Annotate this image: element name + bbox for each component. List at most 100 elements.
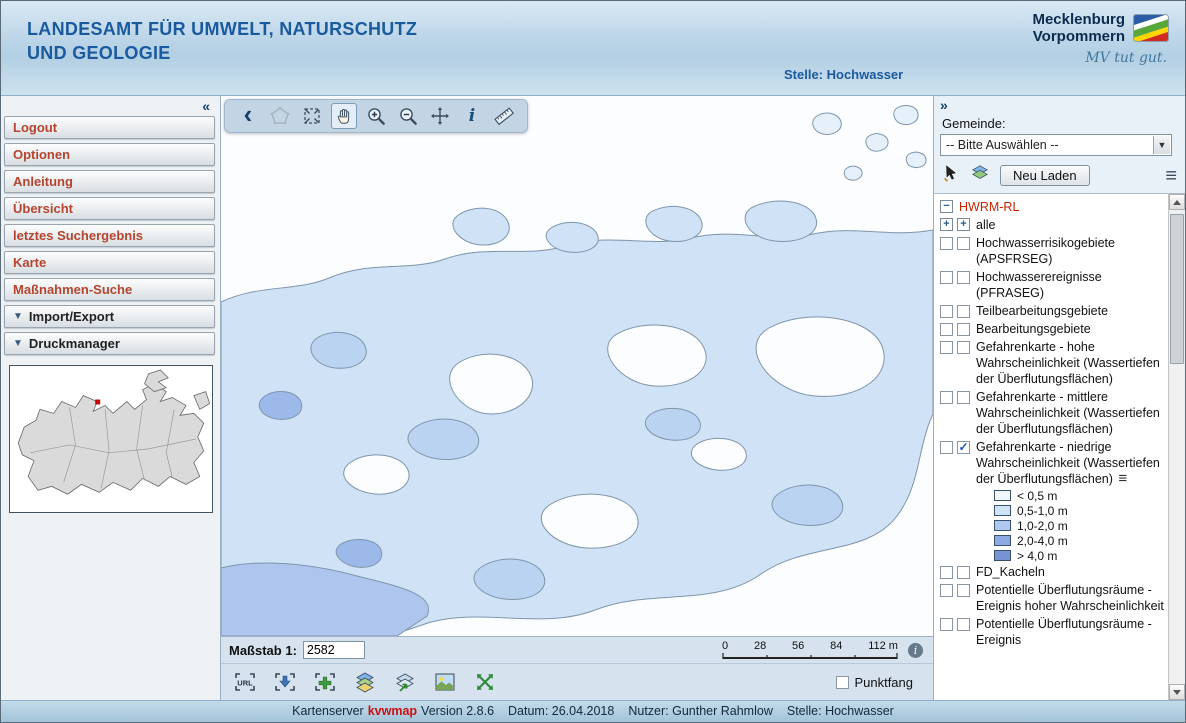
gemeinde-select[interactable]: -- Bitte Auswählen -- ▼ — [940, 134, 1172, 156]
layer-row: Potentielle Überflutungsräume - Ereignis — [938, 615, 1168, 649]
fit-window-icon[interactable] — [471, 669, 499, 695]
punktfang-checkbox[interactable] — [836, 676, 849, 689]
scale-input[interactable] — [303, 641, 365, 659]
footer-version: Version 2.8.6 — [421, 704, 494, 718]
map-canvas[interactable]: ‹ i — [221, 96, 933, 636]
sidebar-collapse-icon[interactable]: « — [1, 96, 220, 114]
footer-label: Kartenserver — [292, 704, 364, 718]
layer-visibility-checkbox[interactable] — [940, 341, 953, 354]
scroll-down-button[interactable] — [1169, 684, 1185, 700]
layer-label[interactable]: Gefahrenkarte - hohe Wahrscheinlichkeit … — [974, 339, 1166, 387]
add-extent-icon[interactable] — [311, 669, 339, 695]
layer-label[interactable]: Potentielle Überflutungsräume - Ereignis — [974, 616, 1166, 648]
layer-query-checkbox[interactable] — [957, 271, 970, 284]
pan-hand-icon[interactable] — [331, 103, 357, 129]
panel-expand-icon[interactable]: » — [940, 98, 1179, 114]
layer-visibility-checkbox[interactable] — [940, 323, 953, 336]
panel-scrollbar[interactable] — [1168, 194, 1185, 700]
layer-query-checkbox[interactable] — [957, 584, 970, 597]
layer-row: Hochwasserereignisse (PFRASEG) — [938, 268, 1168, 302]
overview-map[interactable] — [9, 365, 213, 513]
layer-row: Potentielle Überflutungsräume - Ereignis… — [938, 581, 1168, 615]
layer-label[interactable]: Bearbeitungsgebiete — [974, 321, 1166, 337]
layer-visibility-checkbox[interactable] — [940, 391, 953, 404]
layer-row: Bearbeitungsgebiete — [938, 320, 1168, 338]
layer-label[interactable]: Teilbearbeitungsgebiete — [974, 303, 1166, 319]
triangle-up-icon — [1173, 200, 1181, 205]
tree-root-label[interactable]: HWRM-RL — [957, 199, 1166, 215]
layer-label[interactable]: Gefahrenkarte - mittlere Wahrscheinlichk… — [974, 389, 1166, 437]
check-all-query-icon[interactable]: + — [957, 218, 970, 231]
sidebar-item-letztes-suchergebnis[interactable]: letztes Suchergebnis — [4, 224, 215, 247]
layer-label[interactable]: Hochwasserereignisse (PFRASEG) — [974, 269, 1166, 301]
stelle-header-label: Stelle: Hochwasser — [784, 67, 903, 82]
sidebar-item-import-export[interactable]: ▼ Import/Export — [4, 305, 215, 328]
scrollbar-thumb[interactable] — [1170, 214, 1184, 364]
sidebar-item-logout[interactable]: Logout — [4, 116, 215, 139]
tree-alle-label[interactable]: alle — [974, 217, 1166, 233]
layer-query-checkbox[interactable] — [957, 237, 970, 250]
sidebar-item-karte[interactable]: Karte — [4, 251, 215, 274]
zoom-full-extent-icon[interactable] — [299, 103, 325, 129]
sidebar-item-anleitung[interactable]: Anleitung — [4, 170, 215, 193]
current-extent-marker — [95, 400, 100, 405]
legend-swatch — [994, 550, 1011, 561]
scroll-up-button[interactable] — [1169, 194, 1185, 210]
layer-visibility-checkbox[interactable] — [940, 441, 953, 454]
map-column: ‹ i — [221, 96, 933, 700]
layer-visibility-checkbox[interactable] — [940, 584, 953, 597]
layers-diamond-icon[interactable] — [351, 669, 379, 695]
layer-visibility-checkbox[interactable] — [940, 618, 953, 631]
identify-icon[interactable] — [942, 164, 960, 187]
layer-label[interactable]: Potentielle Überflutungsräume - Ereignis… — [974, 582, 1166, 614]
layer-label[interactable]: Hochwasserrisikogebiete (APSFRSEG) — [974, 235, 1166, 267]
layer-visibility-checkbox[interactable] — [940, 271, 953, 284]
legend-swatch — [994, 520, 1011, 531]
layer-visibility-checkbox[interactable] — [940, 305, 953, 318]
layer-query-checkbox[interactable] — [957, 441, 970, 454]
layer-label[interactable]: Gefahrenkarte - niedrige Wahrscheinlichk… — [976, 440, 1160, 486]
layer-visibility-checkbox[interactable] — [940, 566, 953, 579]
back-chevron-icon[interactable]: ‹ — [235, 103, 261, 129]
app-name: kvwmap — [368, 704, 417, 718]
scale-bar-row: Maßstab 1: 0 28 56 84 112 m i — [221, 636, 933, 663]
panel-menu-icon[interactable]: ≡ — [1165, 168, 1177, 184]
save-extent-icon[interactable] — [271, 669, 299, 695]
sidebar-item-optionen[interactable]: Optionen — [4, 143, 215, 166]
layer-query-checkbox[interactable] — [957, 341, 970, 354]
layer-query-checkbox[interactable] — [957, 305, 970, 318]
sidebar-item-massnahmen-suche[interactable]: Maßnahmen-Suche — [4, 278, 215, 301]
legend-label: 2,0-4,0 m — [1017, 534, 1068, 548]
legend-item: < 0,5 m — [938, 488, 1168, 503]
url-icon[interactable]: URL — [231, 669, 259, 695]
sidebar-item-uebersicht[interactable]: Übersicht — [4, 197, 215, 220]
legend-label: < 0,5 m — [1017, 489, 1057, 503]
check-all-icon[interactable]: + — [940, 218, 953, 231]
layer-query-checkbox[interactable] — [957, 323, 970, 336]
image-export-icon[interactable] — [431, 669, 459, 695]
scalebar-info-icon[interactable]: i — [908, 643, 923, 658]
polygon-select-icon[interactable] — [267, 103, 293, 129]
layer-query-checkbox[interactable] — [957, 391, 970, 404]
layer-query-checkbox[interactable] — [957, 618, 970, 631]
collapse-expander-icon[interactable]: − — [940, 200, 953, 213]
measure-icon[interactable] — [491, 103, 517, 129]
brand-name-line-1: Mecklenburg — [1032, 11, 1125, 28]
zoom-in-icon[interactable] — [363, 103, 389, 129]
brand-name-line-2: Vorpommern — [1032, 28, 1125, 45]
layer-visibility-checkbox[interactable] — [940, 237, 953, 250]
app-header: LANDESAMT FÜR UMWELT, NATURSCHUTZ UND GE… — [1, 1, 1185, 96]
layers-icon[interactable] — [970, 164, 990, 187]
neu-laden-button[interactable]: Neu Laden — [1000, 165, 1090, 186]
layers-export-icon[interactable] — [391, 669, 419, 695]
layer-label[interactable]: FD_Kacheln — [974, 564, 1166, 580]
layer-panel: » Gemeinde: -- Bitte Auswählen -- ▼ Neu … — [933, 96, 1185, 700]
layer-menu-icon[interactable]: ≡ — [1116, 470, 1127, 487]
sidebar-item-druckmanager[interactable]: ▼ Druckmanager — [4, 332, 215, 355]
chevron-down-icon: ▼ — [13, 338, 23, 349]
brand-tagline: MV tut gut. — [1032, 50, 1169, 66]
recenter-icon[interactable] — [427, 103, 453, 129]
info-tool-icon[interactable]: i — [459, 103, 485, 129]
layer-query-checkbox[interactable] — [957, 566, 970, 579]
zoom-out-icon[interactable] — [395, 103, 421, 129]
